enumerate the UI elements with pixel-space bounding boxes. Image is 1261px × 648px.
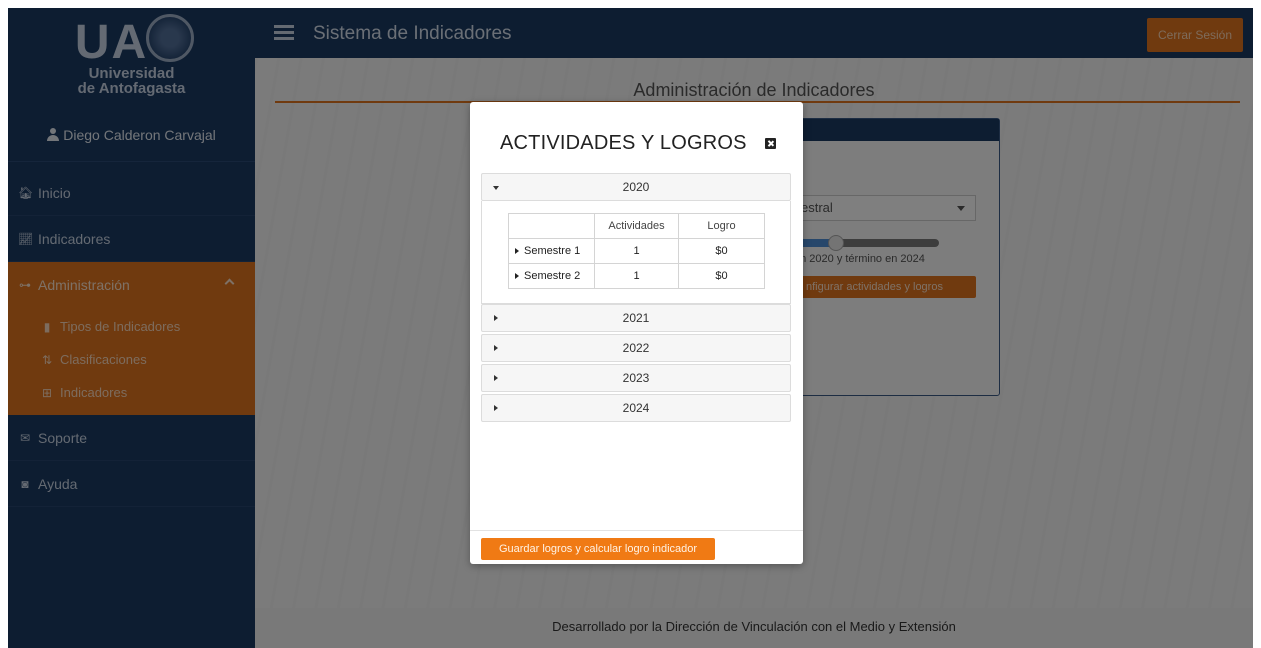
accordion-header-2022[interactable]: 2022 <box>481 334 791 362</box>
modal-title: ACTIVIDADES Y LOGROS <box>500 132 747 154</box>
semester-label: Semestre 2 <box>524 270 581 282</box>
column-header <box>508 213 595 239</box>
accordion-year-2023: 2023 <box>481 364 791 392</box>
accordion-year-label: 2020 <box>622 180 650 194</box>
activities-modal: ACTIVIDADES Y LOGROS 2020 Actividades Lo… <box>470 102 803 564</box>
accordion-body-2020: Actividades Logro Semestre 1 1 $0 Semest… <box>481 201 791 304</box>
activities-cell: 1 <box>594 263 679 289</box>
caret-right-icon <box>515 248 519 255</box>
caret-right-icon <box>494 375 498 381</box>
accordion-year-2020: 2020 Actividades Logro Semestre 1 1 $0 S… <box>481 173 791 304</box>
semester-table: Actividades Logro Semestre 1 1 $0 Semest… <box>508 213 765 289</box>
accordion-year-2021: 2021 <box>481 304 791 332</box>
accordion-year-label: 2022 <box>622 341 650 355</box>
activities-cell: 1 <box>594 238 679 264</box>
accordion-year-label: 2024 <box>622 401 650 415</box>
caret-right-icon <box>494 345 498 351</box>
caret-right-icon <box>494 315 498 321</box>
save-achievements-button[interactable]: Guardar logros y calcular logro indicado… <box>481 538 715 560</box>
semester-label: Semestre 1 <box>524 245 581 257</box>
caret-right-icon <box>515 273 519 280</box>
table-row[interactable]: Semestre 1 1 $0 <box>508 238 765 264</box>
caret-down-icon <box>493 186 499 190</box>
semester-cell[interactable]: Semestre 2 <box>508 263 595 289</box>
modal-footer-divider <box>470 530 803 531</box>
close-icon[interactable] <box>765 138 776 149</box>
achievement-cell: $0 <box>678 238 765 264</box>
accordion-header-2023[interactable]: 2023 <box>481 364 791 392</box>
accordion-header-2021[interactable]: 2021 <box>481 304 791 332</box>
column-header: Logro <box>678 213 765 239</box>
accordion-header-2020[interactable]: 2020 <box>481 173 791 201</box>
accordion-year-label: 2021 <box>622 311 650 325</box>
accordion-year-2022: 2022 <box>481 334 791 362</box>
achievement-cell: $0 <box>678 263 765 289</box>
accordion-header-2024[interactable]: 2024 <box>481 394 791 422</box>
table-header-row: Actividades Logro <box>508 213 765 239</box>
accordion-year-2024: 2024 <box>481 394 791 422</box>
semester-cell[interactable]: Semestre 1 <box>508 238 595 264</box>
table-row[interactable]: Semestre 2 1 $0 <box>508 263 765 289</box>
caret-right-icon <box>494 405 498 411</box>
accordion-year-label: 2023 <box>622 371 650 385</box>
column-header: Actividades <box>594 213 679 239</box>
